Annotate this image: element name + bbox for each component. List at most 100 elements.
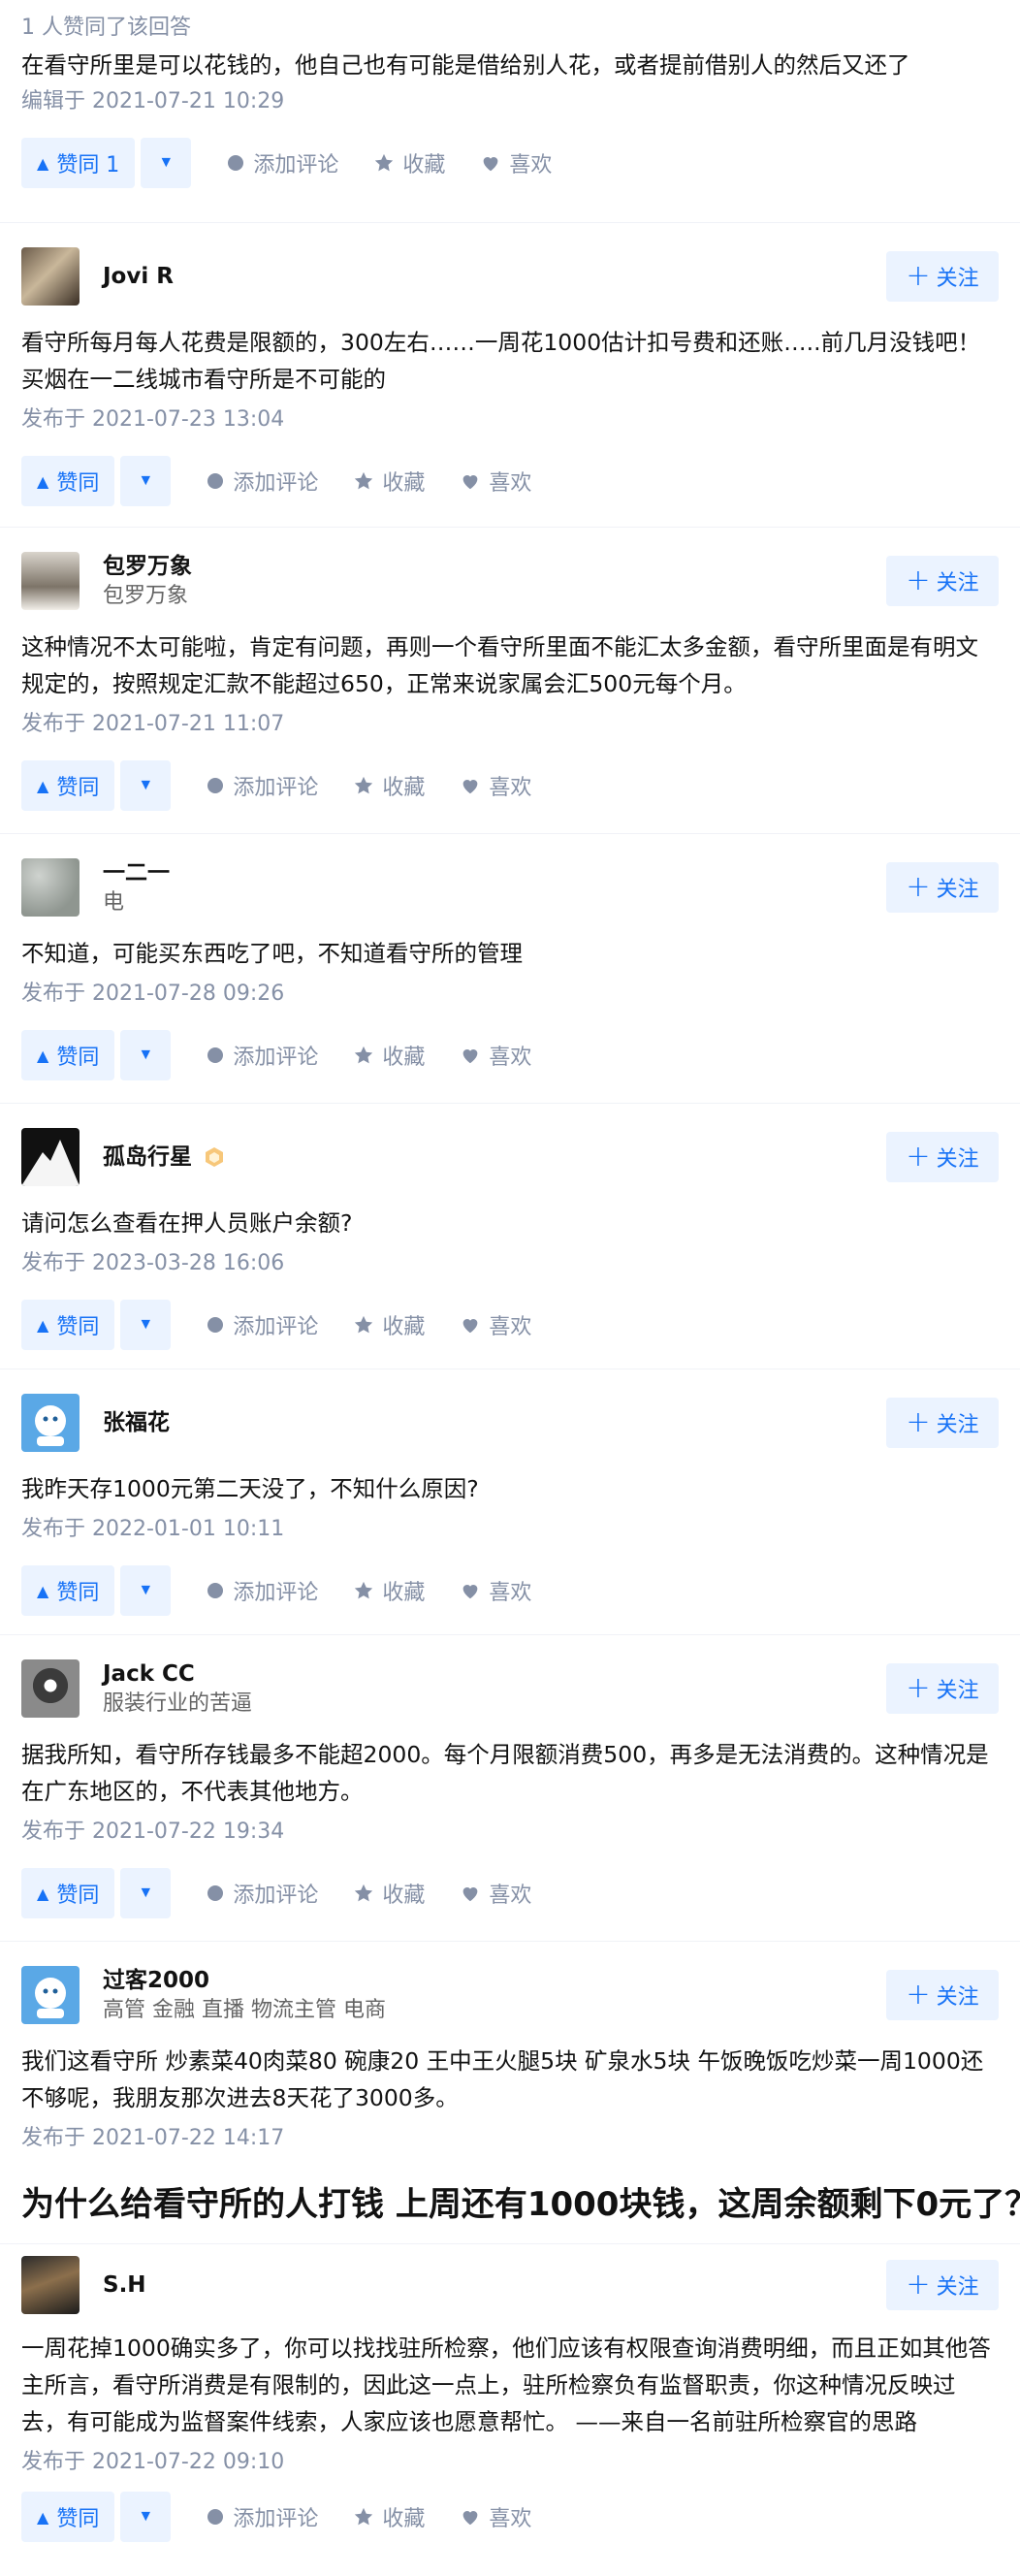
favorite-label: 收藏 [382, 1581, 426, 1605]
action-bar: ▲ 赞同 ▼ 添加评论 收藏 喜欢 [21, 435, 999, 528]
comment-button[interactable]: 添加评论 [206, 1878, 318, 1909]
like-button[interactable]: 喜欢 [460, 2501, 531, 2532]
favorite-label: 收藏 [382, 471, 426, 496]
avatar[interactable] [21, 2256, 80, 2314]
star-icon [355, 1046, 373, 1064]
avatar-image [35, 1405, 66, 1446]
downvote-button[interactable]: ▼ [141, 138, 192, 188]
downvote-button[interactable]: ▼ [120, 1868, 172, 1918]
like-button[interactable]: 喜欢 [460, 1878, 531, 1909]
downvote-button[interactable]: ▼ [120, 1030, 172, 1080]
author-name[interactable]: S.H [103, 2270, 886, 2301]
favorite-button[interactable]: 收藏 [353, 1575, 425, 1606]
avatar[interactable] [21, 247, 80, 306]
follow-button[interactable]: + 关注 [886, 862, 999, 913]
answer-item: 孤岛行星 + 关注 请问怎么查看在押人员账户余额? 发布于 2023-03-28 … [0, 1104, 1020, 1369]
author-row: Jack CC 服装行业的苦逼 + 关注 [21, 1635, 999, 1728]
comment-button[interactable]: 添加评论 [206, 1040, 318, 1071]
heart-icon [463, 1319, 478, 1334]
avatar[interactable] [21, 1966, 80, 2024]
upvote-icon: ▲ [37, 153, 49, 173]
follow-button[interactable]: + 关注 [886, 1132, 999, 1182]
follow-button[interactable]: + 关注 [886, 1398, 999, 1448]
author-name[interactable]: 包罗万象 [103, 551, 886, 582]
upvote-button[interactable]: ▲ 赞同 [21, 1300, 115, 1350]
answer-item: 1 人赞同了该回答 在看守所里是可以花钱的，他自己也有可能是借给别人花，或者提前… [0, 0, 1020, 223]
comment-icon [228, 155, 244, 171]
downvote-icon: ▼ [138, 1582, 154, 1598]
heart-icon [463, 1585, 478, 1599]
answer-feed: 1 人赞同了该回答 在看守所里是可以花钱的，他自己也有可能是借给别人花，或者提前… [0, 0, 1020, 2576]
comment-button[interactable]: 添加评论 [206, 1309, 318, 1340]
follow-button[interactable]: + 关注 [886, 2260, 999, 2310]
avatar[interactable] [21, 1659, 80, 1718]
upvote-button[interactable]: ▲ 赞同 [21, 2492, 115, 2542]
favorite-button[interactable]: 收藏 [373, 147, 445, 178]
answer-item: 过客2000 高管 金融 直播 物流主管 电商 + 关注 我们这看守所 炒素菜40… [0, 1942, 1020, 2169]
like-button[interactable]: 喜欢 [460, 1040, 531, 1071]
favorite-button[interactable]: 收藏 [353, 1040, 425, 1071]
favorite-button[interactable]: 收藏 [353, 466, 425, 497]
comment-button[interactable]: 添加评论 [206, 466, 318, 497]
answer-content: 这种情况不太可能啦，肯定有问题，再则一个看守所里面不能汇太多金额，看守所里面是有… [21, 633, 978, 697]
avatar[interactable] [21, 1394, 80, 1452]
upvote-label: 赞同 [56, 2507, 100, 2531]
author-info: 孤岛行星 [103, 1142, 886, 1173]
comment-button[interactable]: 添加评论 [206, 770, 318, 801]
like-button[interactable]: 喜欢 [480, 147, 552, 178]
like-button[interactable]: 喜欢 [460, 466, 531, 497]
upvote-label: 赞同 [56, 776, 100, 800]
downvote-button[interactable]: ▼ [120, 456, 172, 506]
author-name[interactable]: 孤岛行星 [103, 1142, 886, 1173]
question-title[interactable]: 为什么给看守所的人打钱 上周还有1000块钱，这周余额剩下0元了？ [21, 2174, 1020, 2235]
author-name[interactable]: 一二一 [103, 857, 886, 888]
upvote-button[interactable]: ▲ 赞同 1 [21, 138, 136, 188]
upvote-button[interactable]: ▲ 赞同 [21, 456, 115, 506]
author-name[interactable]: 过客2000 [103, 1965, 886, 1996]
comment-button[interactable]: 添加评论 [206, 1575, 318, 1606]
downvote-button[interactable]: ▼ [120, 1300, 172, 1350]
favorite-button[interactable]: 收藏 [353, 2501, 425, 2532]
author-name[interactable]: Jovi R [103, 261, 886, 292]
upvote-label: 赞同 [56, 1884, 100, 1908]
downvote-button[interactable]: ▼ [120, 1565, 172, 1616]
avatar[interactable] [21, 1128, 80, 1186]
downvote-button[interactable]: ▼ [120, 760, 172, 811]
upvote-button[interactable]: ▲ 赞同 [21, 1030, 115, 1080]
avatar[interactable] [21, 858, 80, 917]
favorite-button[interactable]: 收藏 [353, 1878, 425, 1909]
favorite-button[interactable]: 收藏 [353, 1309, 425, 1340]
avatar[interactable] [21, 552, 80, 610]
author-name[interactable]: Jack CC [103, 1658, 886, 1690]
upvote-button[interactable]: ▲ 赞同 [21, 1565, 115, 1616]
answer-content: 不知道，可能买东西吃了吧，不知道看守所的管理 [21, 940, 523, 967]
upvote-button[interactable]: ▲ 赞同 [21, 760, 115, 811]
answer-time: 发布于 2021-07-28 09:26 [21, 982, 285, 1006]
like-button[interactable]: 喜欢 [460, 1309, 531, 1340]
favorite-button[interactable]: 收藏 [353, 770, 425, 801]
star-icon [355, 1315, 373, 1334]
comment-icon [207, 778, 224, 793]
like-button[interactable]: 喜欢 [460, 770, 531, 801]
like-button[interactable]: 喜欢 [460, 1575, 531, 1606]
author-name[interactable]: 张福花 [103, 1407, 886, 1438]
downvote-button[interactable]: ▼ [120, 2492, 172, 2542]
comment-button[interactable]: 添加评论 [206, 2501, 318, 2532]
comment-label: 添加评论 [233, 1884, 319, 1908]
comment-label: 添加评论 [233, 471, 319, 496]
follow-button[interactable]: + 关注 [886, 251, 999, 302]
author-bio: 高管 金融 直播 物流主管 电商 [103, 1998, 386, 2022]
upvote-button[interactable]: ▲ 赞同 [21, 1868, 115, 1918]
follow-button[interactable]: + 关注 [886, 556, 999, 606]
favorite-label: 收藏 [382, 776, 426, 800]
downvote-icon: ▼ [138, 777, 154, 793]
author-info: Jack CC 服装行业的苦逼 [103, 1658, 886, 1719]
comment-button[interactable]: 添加评论 [226, 147, 338, 178]
comment-label: 添加评论 [233, 776, 319, 800]
answer-item: Jovi R + 关注 看守所每月每人花费是限额的，300左右……一周花1000估… [0, 223, 1020, 528]
follow-button[interactable]: + 关注 [886, 1663, 999, 1714]
author-row: 一二一 电 + 关注 [21, 834, 999, 927]
follow-button[interactable]: + 关注 [886, 1970, 999, 2020]
star-icon [355, 1884, 373, 1902]
answer-time: 发布于 2021-07-21 11:07 [21, 712, 285, 736]
